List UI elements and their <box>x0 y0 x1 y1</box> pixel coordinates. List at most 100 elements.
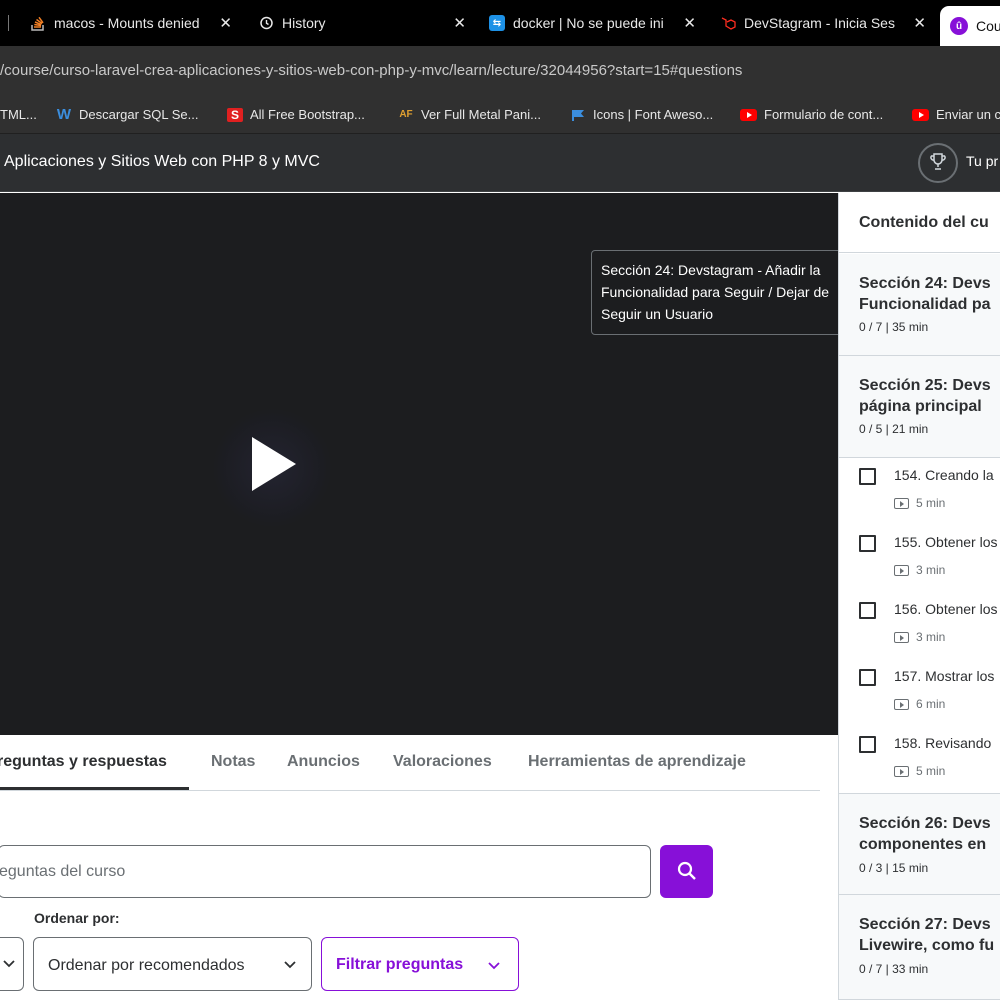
duration-text: 3 min <box>916 563 946 577</box>
tab-reviews[interactable]: Valoraciones <box>393 753 492 771</box>
section-26[interactable]: Sección 26: Devs componentes en 0 / 3 | … <box>839 793 1000 895</box>
lecture-item[interactable]: 155. Obtener los 3 min <box>839 525 1000 592</box>
search-button[interactable] <box>660 845 713 898</box>
lecture-checkbox[interactable] <box>859 736 876 753</box>
lecture-checkbox[interactable] <box>859 535 876 552</box>
section-title: Sección 24: Devs Funcionalidad pa <box>859 273 991 315</box>
filter-label: Filtrar preguntas <box>336 956 464 973</box>
browser-tab-docker[interactable]: ⇆ docker | No se puede ini ✕ <box>480 6 704 40</box>
bookmark-item[interactable]: Enviar un c <box>912 107 1000 122</box>
close-icon[interactable]: ✕ <box>219 14 232 32</box>
chevron-down-icon <box>284 961 296 969</box>
tab-notes[interactable]: Notas <box>211 753 255 771</box>
active-tab-indicator <box>0 787 189 790</box>
progress-trophy-button[interactable] <box>918 143 958 183</box>
lecture-title: 155. Obtener los <box>894 534 998 550</box>
lecture-duration: 5 min <box>894 764 945 778</box>
sort-select[interactable]: Ordenar por recomendados <box>33 937 312 991</box>
chevron-down-icon <box>3 960 15 968</box>
bookmark-item[interactable]: TML... <box>0 107 37 122</box>
video-icon <box>894 698 909 710</box>
section-tooltip: Sección 24: Devstagram - Añadir la Funci… <box>591 250 857 335</box>
search-input[interactable] <box>0 846 650 897</box>
section-25[interactable]: Sección 25: Devs página principal 0 / 5 … <box>839 356 1000 458</box>
section-title-line: Funcionalidad pa <box>859 296 991 313</box>
tab-questions[interactable]: reguntas y respuestas <box>0 753 167 771</box>
bookmarks-bar: TML... W Descargar SQL Se... S All Free … <box>0 98 1000 134</box>
address-bar: /course/curso-laravel-crea-aplicaciones-… <box>0 46 1000 98</box>
duration-text: 5 min <box>916 496 946 510</box>
sidebar-title: Contenido del cu <box>859 214 989 231</box>
browser-tab-stackoverflow[interactable]: macos - Mounts denied ✕ <box>22 6 240 40</box>
section-meta: 0 / 5 | 21 min <box>859 422 929 436</box>
tab-learning-tools[interactable]: Herramientas de aprendizaje <box>528 753 746 771</box>
lecture-checkbox[interactable] <box>859 669 876 686</box>
duration-text: 3 min <box>916 630 946 644</box>
tab-title: DevStagram - Inicia Ses <box>744 15 895 31</box>
filter-select-partial[interactable] <box>0 937 24 991</box>
lecture-checkbox[interactable] <box>859 602 876 619</box>
search-icon <box>677 861 696 880</box>
bookmark-item[interactable]: W Descargar SQL Se... <box>56 106 199 123</box>
section-title-line: Livewire, como fu <box>859 937 995 954</box>
video-icon <box>894 564 909 576</box>
lecture-item[interactable]: 154. Creando la 5 min <box>839 458 1000 525</box>
lecture-item[interactable]: 157. Mostrar los 6 min <box>839 659 1000 726</box>
play-icon[interactable] <box>252 437 296 491</box>
browser-tab-history[interactable]: History ✕ <box>248 6 474 40</box>
history-icon <box>258 15 274 31</box>
section-27[interactable]: Sección 27: Devs Livewire, como fu 0 / 7… <box>839 895 1000 1000</box>
lecture-item[interactable]: 156. Obtener los 3 min <box>839 592 1000 659</box>
laravel-icon <box>720 15 736 31</box>
flag-icon <box>570 108 586 122</box>
docker-icon: ⇆ <box>489 15 505 31</box>
search-field <box>0 845 651 898</box>
close-icon[interactable]: ✕ <box>453 14 466 32</box>
bookmark-label: Descargar SQL Se... <box>79 107 199 122</box>
bookmark-item[interactable]: Formulario de cont... <box>740 107 883 122</box>
course-header: Aplicaciones y Sitios Web con PHP 8 y MV… <box>0 134 1000 192</box>
bookmark-label: All Free Bootstrap... <box>250 107 365 122</box>
progress-label[interactable]: Tu pr <box>966 153 998 169</box>
section-title-line: Sección 26: Devs <box>859 815 991 832</box>
section-title: Sección 27: Devs Livewire, como fu <box>859 914 994 956</box>
lecture-title: 154. Creando la <box>894 467 994 483</box>
udemy-icon: û <box>950 17 968 35</box>
youtube-icon <box>740 108 757 121</box>
course-content-sidebar: Contenido del cu Sección 24: Devs Funcio… <box>838 193 1000 1000</box>
bookmark-label: TML... <box>0 107 37 122</box>
lecture-duration: 3 min <box>894 563 945 577</box>
tab-announcements[interactable]: Anuncios <box>287 753 360 771</box>
lecture-duration: 3 min <box>894 630 945 644</box>
section-meta: 0 / 3 | 15 min <box>859 861 929 875</box>
bookmark-item[interactable]: Icons | Font Aweso... <box>570 107 713 122</box>
chevron-down-icon <box>488 962 500 970</box>
filter-questions-button[interactable]: Filtrar preguntas <box>321 937 519 991</box>
browser-tab-strip: macos - Mounts denied ✕ History ✕ ⇆ dock… <box>0 0 1000 46</box>
video-icon <box>894 631 909 643</box>
url-field[interactable]: /course/curso-laravel-crea-aplicaciones-… <box>0 62 742 79</box>
browser-tab-udemy-active[interactable]: û Cou <box>940 6 1000 46</box>
browser-tab-partial[interactable] <box>0 6 10 40</box>
lecture-item[interactable]: 158. Revisando 5 min <box>839 726 1000 793</box>
duration-text: 6 min <box>916 697 946 711</box>
section-title: Sección 25: Devs página principal <box>859 375 991 417</box>
section-title-line: página principal <box>859 398 982 415</box>
lecture-title: 156. Obtener los <box>894 601 998 617</box>
bookmark-item[interactable]: S All Free Bootstrap... <box>227 107 365 122</box>
close-icon[interactable]: ✕ <box>913 14 926 32</box>
section-title: Sección 26: Devs componentes en <box>859 813 991 855</box>
bookmark-item[interactable]: AF Ver Full Metal Pani... <box>398 107 541 122</box>
browser-tab-devstagram[interactable]: DevStagram - Inicia Ses ✕ <box>712 6 934 40</box>
section-24[interactable]: Sección 24: Devs Funcionalidad pa 0 / 7 … <box>839 254 1000 356</box>
course-title[interactable]: Aplicaciones y Sitios Web con PHP 8 y MV… <box>4 153 320 171</box>
lecture-checkbox[interactable] <box>859 468 876 485</box>
bookmark-label: Ver Full Metal Pani... <box>421 107 541 122</box>
video-icon <box>894 497 909 509</box>
section-title-line: Sección 24: Devs <box>859 275 991 292</box>
tab-title: Cou <box>976 18 1000 34</box>
lecture-title: 158. Revisando <box>894 735 992 751</box>
close-icon[interactable]: ✕ <box>683 14 696 32</box>
lecture-title: 157. Mostrar los <box>894 668 995 684</box>
sort-value: Ordenar por recomendados <box>48 957 245 974</box>
